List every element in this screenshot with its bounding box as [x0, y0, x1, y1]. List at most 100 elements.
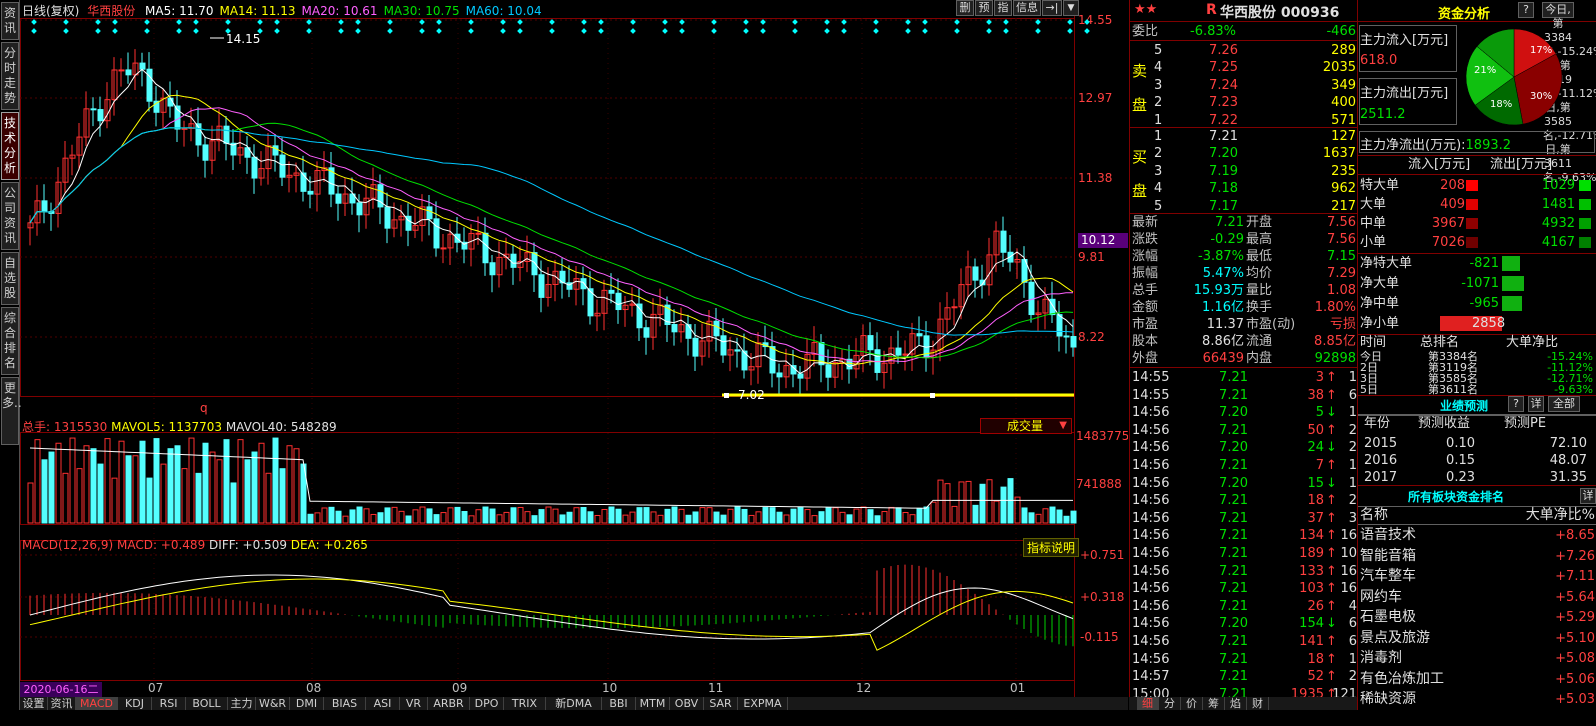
forecast-eps: 0.23 — [1446, 470, 1475, 485]
net-flow-bar — [1502, 296, 1522, 311]
indicator-tab-mtm[interactable]: MTM — [636, 697, 670, 710]
quote-tab-3[interactable]: 筹 — [1203, 697, 1225, 710]
flow-out-bar — [1579, 237, 1591, 248]
net-label: 主力净流出(万元): — [1360, 138, 1466, 153]
stat-value2: 1.08 — [1327, 283, 1356, 298]
indicator-tab-rsi[interactable]: RSI — [152, 697, 186, 710]
left-nav-tab-4[interactable]: 自选股 — [1, 252, 19, 305]
volume-bar — [328, 506, 335, 524]
price-tick-3: 9.81 — [1078, 250, 1105, 264]
left-nav-tab-3[interactable]: 公司资讯 — [1, 182, 19, 250]
signal-diamond — [760, 28, 766, 34]
volume-bar — [559, 514, 566, 524]
signal-diamond — [549, 28, 555, 34]
stat-value2: 1.80% — [1314, 300, 1356, 315]
indicator-tab-bbi[interactable]: BBI — [602, 697, 636, 710]
indicator-help-button[interactable]: 指标说明 — [1023, 538, 1080, 557]
forecast-pe: 31.35 — [1549, 470, 1587, 485]
kline-chart[interactable]: 14.55 12.97 11.38 9.81 8.22 1483775 741888 +0.7… — [20, 0, 1128, 698]
volume-bar — [643, 507, 650, 524]
volume-bar — [1063, 515, 1070, 524]
indicator-tab-vr[interactable]: VR — [400, 697, 428, 710]
stat-label2: 市盈(动) — [1246, 317, 1296, 332]
sell-volume: 349 — [1331, 77, 1356, 93]
quote-tab-0[interactable]: 细 — [1137, 697, 1159, 710]
indicator-tab-w&r[interactable]: W&R — [256, 697, 290, 710]
left-nav-tab-0[interactable]: 资讯 — [1, 2, 19, 40]
volume-bar — [321, 507, 328, 524]
indicator-tab-kdj[interactable]: KDJ — [118, 697, 152, 710]
indicator-tab-arbr[interactable]: ARBR — [428, 697, 470, 710]
volume-indicator-dropdown[interactable]: 成交量 ▼ — [980, 418, 1072, 434]
volume-bar — [853, 508, 860, 524]
volume-bar — [748, 514, 755, 524]
signal-diamond — [873, 19, 879, 25]
quote-tab-1[interactable]: 分 — [1159, 697, 1181, 710]
forecast-btn-0[interactable]: ? — [1508, 396, 1524, 412]
sell-volume: 289 — [1331, 43, 1356, 58]
volume-bar — [972, 504, 979, 524]
quote-tab-2[interactable]: 价 — [1181, 697, 1203, 710]
indicator-tab-asi[interactable]: ASI — [366, 697, 400, 710]
indicator-tab-设置[interactable]: 设置 — [20, 697, 48, 710]
indicator-tab-dmi[interactable]: DMI — [290, 697, 324, 710]
chart-menu-icon[interactable]: ▼ — [1063, 0, 1079, 16]
pie-label-3: 21% — [1474, 65, 1496, 76]
candle-body — [1028, 281, 1035, 316]
indicator-tab-trix[interactable]: TRIX — [504, 697, 546, 710]
quote-tab-5[interactable]: 财 — [1247, 697, 1269, 710]
buy-price: 7.20 — [1209, 146, 1238, 162]
month-label-7: 01 — [1010, 681, 1025, 695]
chart-tool-3[interactable]: 信息 — [1013, 0, 1041, 16]
left-nav-tab-1[interactable]: 分时走势 — [1, 42, 19, 110]
indicator-tab-资讯[interactable]: 资讯 — [48, 697, 76, 710]
indicator-tab-boll[interactable]: BOLL — [186, 697, 228, 710]
fund-help-button[interactable]: ? — [1518, 2, 1534, 18]
rank-ratio: -9.63% — [1554, 383, 1593, 396]
left-nav-tab-2[interactable]: 技术分析 — [1, 112, 19, 180]
chart-tool-1[interactable]: 预 — [975, 0, 993, 16]
forecast-btn-2[interactable]: 全部 — [1548, 396, 1580, 412]
forecast-year: 2016 — [1364, 453, 1398, 468]
tick-volume: 103 — [1299, 581, 1324, 597]
up-arrow-icon: ↑ — [1326, 669, 1337, 685]
period-label: 日线(复权) — [22, 4, 80, 18]
indicator-tab-obv[interactable]: OBV — [670, 697, 704, 710]
indicator-tab-新dma[interactable]: 新DMA — [546, 697, 602, 710]
up-arrow-icon: ↑ — [1326, 598, 1337, 614]
divider — [1130, 40, 1358, 41]
chart-canvas[interactable]: 14.55 12.97 11.38 9.81 8.22 1483775 741888 +0.7… — [20, 0, 1128, 698]
quote-tab-4[interactable]: 焰 — [1225, 697, 1247, 710]
indicator-tab-expma[interactable]: EXPMA — [738, 697, 788, 710]
inflow-label: 主力流入[万元] — [1360, 33, 1449, 48]
stat-label2: 内盘 — [1246, 351, 1273, 366]
candle-body — [97, 109, 104, 122]
volume-bar — [755, 511, 762, 524]
left-nav-tab-5[interactable]: 综合排名 — [1, 307, 19, 375]
indicator-tab-主力[interactable]: 主力 — [228, 697, 256, 710]
candle-body — [916, 333, 923, 337]
indicator-tab-dpo[interactable]: DPO — [470, 697, 504, 710]
sector-detail-button[interactable]: 详 — [1580, 488, 1596, 504]
forecast-btn-1[interactable]: 详 — [1528, 396, 1544, 412]
chart-tool-0[interactable]: 删 — [956, 0, 974, 16]
indicator-tabs: 设置 资讯 MACD KDJ RSI BOLL 主力 W&R DMI BIAS ASI VR ARBR D… — [20, 697, 1128, 710]
net-flow-type: 净特大单 — [1360, 256, 1413, 271]
indicator-tab-macd[interactable]: MACD — [76, 697, 118, 710]
chart-tool-2[interactable]: 指 — [994, 0, 1012, 16]
indicator-tab-sar[interactable]: SAR — [704, 697, 738, 710]
divider — [1358, 174, 1596, 175]
flow-out: 4167 — [1541, 235, 1575, 250]
fund-rank-button[interactable]: 今日,第3384名,-15.24%,2日,第3119名,-11.12%,3日,第… — [1542, 2, 1596, 184]
ma-label-0: MA5: 11.70 — [145, 4, 214, 18]
month-label-4: 10 — [602, 681, 617, 695]
rank-period: 5日 — [1360, 383, 1378, 396]
volume-bar — [825, 506, 832, 524]
indicator-tab-bias[interactable]: BIAS — [324, 697, 366, 710]
chart-close-icon[interactable]: →| — [1042, 0, 1062, 16]
net-value: 1893.2 — [1465, 138, 1512, 153]
volume-bar — [1042, 508, 1049, 524]
sell-level: 3 — [1154, 77, 1163, 93]
candle-body — [181, 127, 188, 130]
left-nav-tab-6[interactable]: 更多.. — [1, 377, 22, 445]
